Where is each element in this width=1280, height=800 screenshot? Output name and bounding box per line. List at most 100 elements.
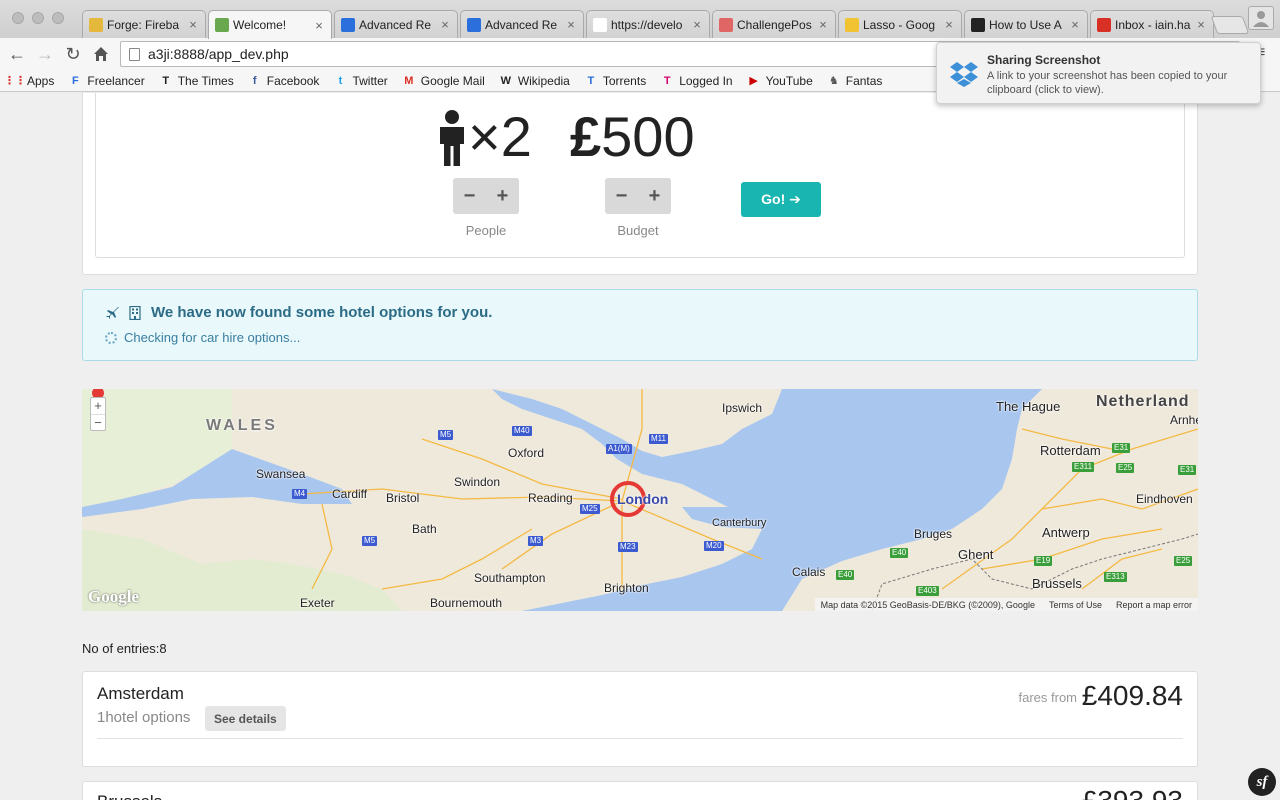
window-zoom-button[interactable] xyxy=(52,12,64,24)
bookmark-item[interactable]: T The Times xyxy=(159,73,234,88)
browser-tab[interactable]: https://develo × xyxy=(586,10,710,38)
road-shield-e31: E31 xyxy=(1112,443,1131,453)
zoom-in-button[interactable]: + xyxy=(91,398,105,414)
tab-favicon-icon xyxy=(845,17,859,32)
forward-button[interactable]: → xyxy=(34,43,56,65)
bookmark-item[interactable]: f Facebook xyxy=(248,74,320,88)
bookmark-item[interactable]: T Torrents xyxy=(584,74,646,88)
browser-tab[interactable]: How to Use A × xyxy=(964,10,1088,38)
map-label-antwerp: Antwerp xyxy=(1042,525,1090,540)
tab-title: Welcome! xyxy=(233,18,287,32)
road-shield-m11: M11 xyxy=(649,434,668,444)
fare-price: £393.93 xyxy=(1082,785,1183,800)
browser-tab[interactable]: Inbox - iain.ha × xyxy=(1090,10,1214,38)
bookmark-item[interactable]: M Google Mail xyxy=(402,74,485,88)
report-map-error-link[interactable]: Report a map error xyxy=(1116,600,1192,610)
car-hire-message: Checking for car hire options... xyxy=(124,330,301,345)
page-content: ×2 £500 − + People − + Budget Go! ➔ We h… xyxy=(0,93,1280,800)
sharing-notification[interactable]: Sharing Screenshot A link to your screen… xyxy=(936,42,1261,104)
zoom-out-button[interactable]: − xyxy=(91,414,105,430)
bookmark-item[interactable]: T Logged In xyxy=(660,74,733,88)
result-divider xyxy=(97,738,1183,739)
bookmark-label: The Times xyxy=(177,73,234,88)
people-decrease-button[interactable]: − xyxy=(453,178,486,214)
tab-close-icon[interactable]: × xyxy=(439,17,451,32)
browser-tab[interactable]: Advanced Re × xyxy=(334,10,458,38)
tab-title: Inbox - iain.ha xyxy=(1115,17,1191,32)
result-card-amsterdam: Amsterdam 1hotel options See details far… xyxy=(82,671,1198,767)
tab-close-icon[interactable]: × xyxy=(565,17,577,32)
map[interactable]: WALES Netherland London Ipswich Oxford Swindo… xyxy=(82,389,1198,611)
road-shield-m25: M25 xyxy=(580,504,600,514)
entries-count: No of entries:8 xyxy=(82,641,167,656)
bookmark-item[interactable]: F Freelancer xyxy=(68,74,145,88)
arrow-left-icon: ← xyxy=(8,43,26,64)
budget-value: £500 xyxy=(570,104,695,169)
apps-icon: ⋮⋮ xyxy=(4,75,26,87)
bookmark-item[interactable]: ♞ Fantas xyxy=(827,74,883,88)
budget-increase-button[interactable]: + xyxy=(638,178,671,214)
symfony-toolbar-icon[interactable]: sf xyxy=(1248,768,1276,796)
reload-button[interactable]: ↻ xyxy=(62,43,84,65)
search-panel: ×2 £500 − + People − + Budget Go! ➔ xyxy=(82,93,1198,275)
back-button[interactable]: ← xyxy=(6,43,28,65)
bookmark-label: Google Mail xyxy=(420,73,485,88)
people-increase-button[interactable]: + xyxy=(486,178,519,214)
tab-close-icon[interactable]: × xyxy=(187,17,199,32)
tab-close-icon[interactable]: × xyxy=(313,18,325,33)
google-logo[interactable]: Google xyxy=(88,587,139,607)
map-label-calais: Calais xyxy=(792,565,826,579)
twitter-icon: t xyxy=(338,74,343,87)
browser-tab[interactable]: ChallengePos × xyxy=(712,10,836,38)
bookmark-label: Apps xyxy=(27,73,55,88)
browser-tab[interactable]: Lasso - Goog × xyxy=(838,10,962,38)
road-shield-m23: M23 xyxy=(618,542,638,552)
window-minimize-button[interactable] xyxy=(32,12,44,24)
tab-title: Advanced Re xyxy=(485,17,558,32)
tab-favicon-icon xyxy=(89,17,103,32)
fare-price: £409.84 xyxy=(1081,680,1183,711)
road-shield-e25b: E25 xyxy=(1174,556,1193,566)
see-details-button[interactable]: See details xyxy=(205,706,286,731)
tab-close-icon[interactable]: × xyxy=(817,17,829,32)
map-label-canterbury: Canterbury xyxy=(712,517,767,529)
terms-of-use-link[interactable]: Terms of Use xyxy=(1049,600,1102,610)
tab-close-icon[interactable]: × xyxy=(691,17,703,32)
result-hotel-options: 1hotel options xyxy=(97,709,191,726)
tab-close-icon[interactable]: × xyxy=(1069,17,1081,32)
people-stepper: − + xyxy=(453,178,519,214)
bookmark-label: Wikipedia xyxy=(517,73,570,88)
map-label-bournemouth: Bournemouth xyxy=(430,596,503,610)
bookmark-item[interactable]: W Wikipedia xyxy=(499,74,570,88)
road-shield-e40b: E40 xyxy=(836,570,855,580)
spinner-icon xyxy=(105,331,117,344)
map-label-ghent: Ghent xyxy=(958,547,994,562)
browser-tab[interactable]: Advanced Re × xyxy=(460,10,584,38)
home-button[interactable] xyxy=(90,43,112,65)
browser-tab[interactable]: Forge: Fireba × xyxy=(82,10,206,38)
tab-title: Lasso - Goog xyxy=(863,17,936,32)
tab-close-icon[interactable]: × xyxy=(1195,17,1207,32)
profile-button[interactable] xyxy=(1248,6,1274,30)
result-city: Amsterdam xyxy=(97,684,184,703)
url-text: a3ji:8888/app_dev.php xyxy=(148,46,289,62)
times-icon: T xyxy=(162,74,170,87)
road-shield-e313: E313 xyxy=(1104,572,1127,582)
window-close-button[interactable] xyxy=(12,12,24,24)
tab-close-icon[interactable]: × xyxy=(943,17,955,32)
browser-tab[interactable]: Welcome! × xyxy=(208,10,332,39)
new-tab-button[interactable] xyxy=(1210,16,1250,34)
go-button[interactable]: Go! ➔ xyxy=(741,182,821,217)
bookmark-item[interactable]: ⋮⋮ Apps xyxy=(4,73,55,88)
bookmark-label: Torrents xyxy=(602,73,647,88)
map-label-bristol: Bristol xyxy=(386,491,420,505)
map-label-exeter: Exeter xyxy=(300,596,335,610)
map-label-brussels: Brussels xyxy=(1032,576,1082,591)
map-label-wales: WALES xyxy=(206,417,278,434)
map-label-southampton: Southampton xyxy=(474,571,546,585)
bookmark-item[interactable]: ▶ YouTube xyxy=(747,74,812,88)
bookmark-item[interactable]: t Twitter xyxy=(333,74,388,88)
tab-favicon-icon xyxy=(467,17,481,32)
road-shield-m3: M3 xyxy=(528,536,544,546)
budget-decrease-button[interactable]: − xyxy=(605,178,638,214)
